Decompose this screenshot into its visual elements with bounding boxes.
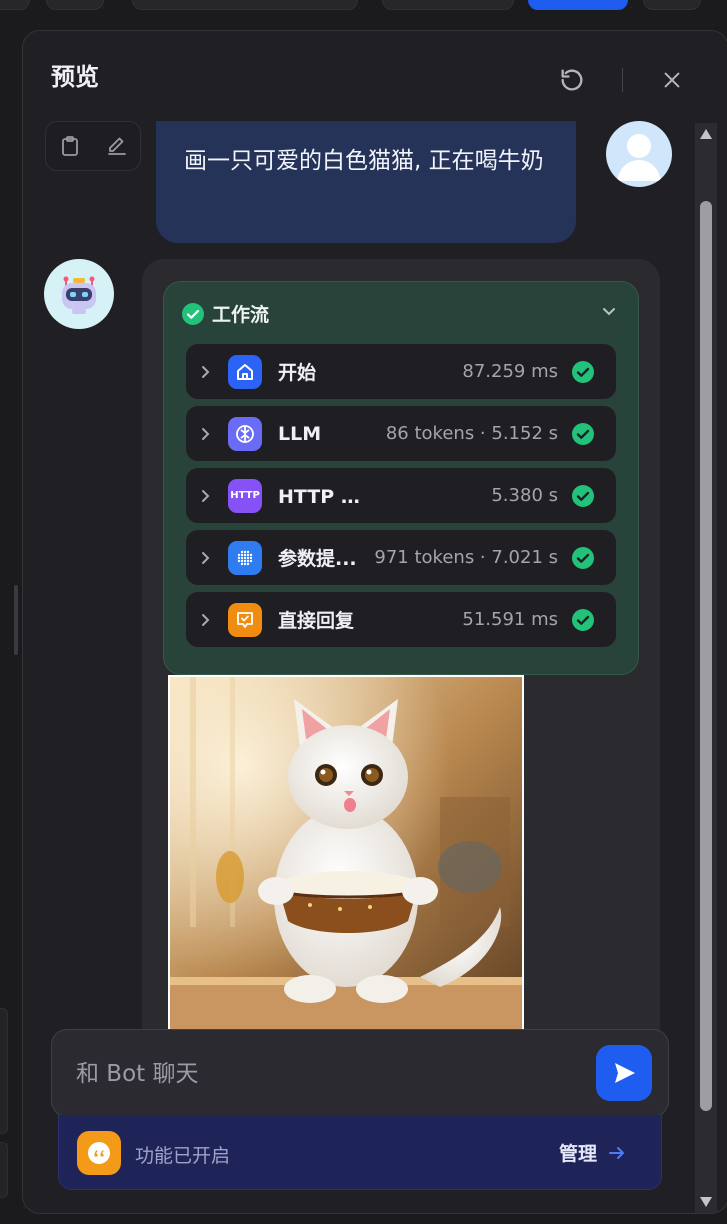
chat-input[interactable]: [74, 1056, 578, 1092]
panel-title: 预览: [51, 63, 99, 91]
feature-status-text: 功能已开启: [135, 1145, 231, 1167]
header-divider: [622, 68, 623, 92]
chat-input-box: [51, 1029, 669, 1117]
workflow-title: 工作流: [212, 304, 270, 326]
http-icon: HTTP: [228, 478, 262, 513]
workflow-header[interactable]: 工作流: [182, 300, 269, 327]
user-avatar-icon: [617, 134, 661, 181]
manage-label: 管理: [558, 1143, 597, 1165]
workflow-node-direct-reply[interactable]: 直接回复 51.591 ms: [186, 592, 616, 647]
check-circle-icon: [182, 302, 204, 325]
triangle-up-icon: [700, 129, 712, 139]
node-name: 直接回复: [278, 610, 355, 632]
background-tab: [643, 0, 701, 10]
check-circle-icon: [572, 546, 594, 569]
workflow-panel: 工作流 开始 87.259 ms LLM 86 tokens · 5.152 s…: [163, 281, 639, 675]
background-chip: [0, 1142, 8, 1198]
chevron-right-icon: [202, 551, 210, 564]
arrow-right-icon: [609, 1146, 624, 1159]
resize-handle[interactable]: [14, 585, 18, 655]
node-name: 参数提...: [278, 548, 357, 570]
message-toolbar: [45, 121, 141, 171]
background-tab: [0, 0, 30, 10]
refresh-icon: [561, 69, 583, 91]
node-name: 开始: [278, 362, 317, 384]
edit-button[interactable]: [102, 131, 132, 161]
node-name: LLM: [278, 422, 322, 445]
close-icon: [664, 72, 680, 88]
background-tab: [132, 0, 358, 10]
background-tab: [46, 0, 104, 10]
clipboard-icon: [61, 136, 78, 156]
check-circle-icon: [572, 360, 594, 383]
refresh-button[interactable]: [557, 65, 587, 95]
check-circle-icon: [572, 422, 594, 445]
kitten-image: [170, 677, 522, 1029]
preview-panel: 预览 画一只可爱的白色猫猫, 正在喝牛奶 工作流 开始 87.259 ms LL…: [22, 30, 727, 1214]
feature-bar: 功能已开启 管理: [58, 1115, 662, 1190]
dots-grid-icon: [228, 540, 262, 575]
close-button[interactable]: [657, 65, 687, 95]
reply-icon: [228, 602, 262, 637]
node-name: HTTP 请求: [278, 486, 370, 508]
background-top-strip: [0, 0, 727, 12]
scrollbar-thumb[interactable]: [700, 201, 712, 1111]
chevron-down-icon: [603, 308, 615, 316]
manage-button[interactable]: 管理: [559, 1139, 627, 1166]
node-meta: 86 tokens · 5.152 s: [385, 423, 558, 444]
triangle-down-icon: [700, 1197, 712, 1207]
user-message-text: 画一只可爱的白色猫猫, 正在喝牛奶: [184, 148, 544, 174]
chevron-right-icon: [202, 489, 210, 502]
scrollbar[interactable]: [695, 123, 717, 1213]
home-icon: [228, 354, 262, 389]
workflow-node-http-request[interactable]: HTTP HTTP 请求 5.380 s: [186, 468, 616, 523]
check-circle-icon: [572, 608, 594, 631]
node-meta: 971 tokens · 7.021 s: [374, 547, 558, 568]
pencil-icon: [107, 137, 126, 155]
chevron-right-icon: [202, 427, 210, 440]
background-primary-button: [528, 0, 628, 10]
user-avatar: [606, 121, 672, 187]
chevron-right-icon: [202, 365, 210, 378]
check-circle-icon: [572, 484, 594, 507]
user-message-bubble: 画一只可爱的白色猫猫, 正在喝牛奶: [156, 121, 576, 243]
node-meta: 87.259 ms: [462, 361, 558, 382]
robot-icon: [62, 276, 96, 314]
bot-response-card: 工作流 开始 87.259 ms LLM 86 tokens · 5.152 s…: [142, 259, 660, 1059]
background-chip: [0, 1008, 8, 1134]
background-tab: [382, 0, 514, 10]
workflow-node-parameter-extractor[interactable]: 参数提... 971 tokens · 7.021 s: [186, 530, 616, 585]
chevron-right-icon: [202, 613, 210, 626]
quote-icon: [77, 1131, 121, 1175]
generated-image[interactable]: [168, 675, 524, 1031]
node-meta: 51.591 ms: [462, 609, 558, 630]
send-icon: [615, 1063, 635, 1083]
scroll-down-button[interactable]: [695, 1191, 717, 1213]
workflow-node-start[interactable]: 开始 87.259 ms: [186, 344, 616, 399]
workflow-collapse-button[interactable]: [598, 300, 620, 322]
send-button[interactable]: [596, 1045, 652, 1101]
scroll-up-button[interactable]: [695, 123, 717, 145]
node-meta: 5.380 s: [491, 485, 558, 506]
brain-icon: [228, 416, 262, 451]
workflow-node-llm[interactable]: LLM 86 tokens · 5.152 s: [186, 406, 616, 461]
copy-button[interactable]: [55, 131, 85, 161]
bot-avatar: [44, 259, 114, 329]
